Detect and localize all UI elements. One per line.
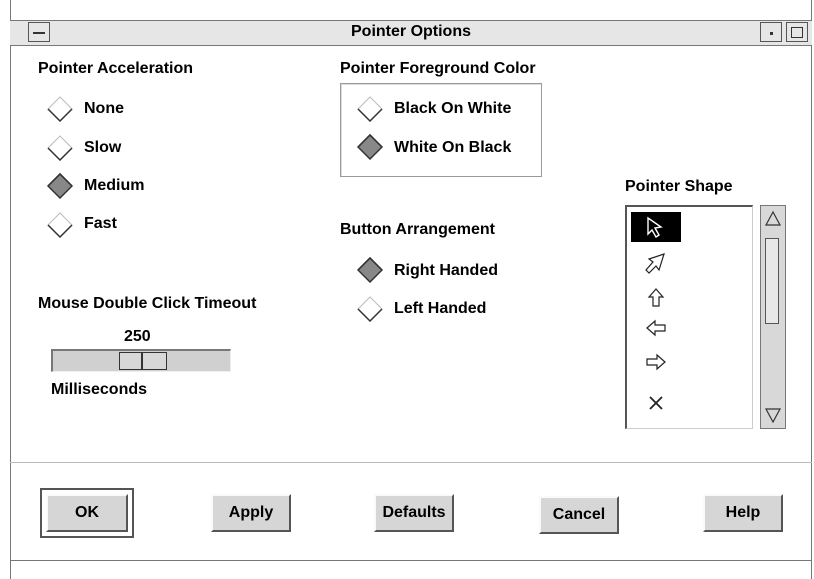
cancel-button[interactable]: Cancel <box>539 496 619 534</box>
option-fast-label[interactable]: Fast <box>84 215 117 233</box>
radio-none[interactable] <box>47 96 73 122</box>
pointer-shape-scrollbar[interactable] <box>760 205 786 429</box>
frame-bottom <box>10 560 812 561</box>
double-click-units: Milliseconds <box>51 381 148 398</box>
maximize-icon[interactable] <box>786 22 808 42</box>
button-arrangement-label: Button Arrangement <box>340 221 495 238</box>
x-cross-icon[interactable] <box>631 388 681 418</box>
arrow-up-icon[interactable] <box>631 283 681 313</box>
frame-right <box>811 0 812 579</box>
acceleration-label: Pointer Acceleration <box>38 60 194 77</box>
divider <box>10 462 812 463</box>
double-click-slider[interactable] <box>51 349 231 372</box>
arrow-upright-icon[interactable] <box>631 248 681 278</box>
pointer-options-window: Pointer Options Pointer Acceleration Non… <box>0 0 814 579</box>
minimize-icon[interactable] <box>760 22 782 42</box>
scroll-down-icon[interactable] <box>764 406 782 424</box>
double-click-value: 250 <box>124 328 151 345</box>
scroll-up-icon[interactable] <box>764 210 782 228</box>
option-right-handed-label[interactable]: Right Handed <box>394 262 498 280</box>
radio-fast[interactable] <box>47 212 73 238</box>
option-medium-label[interactable]: Medium <box>84 177 144 195</box>
ok-button[interactable]: OK <box>46 494 128 532</box>
radio-black-on-white[interactable] <box>357 96 383 122</box>
option-left-handed-label[interactable]: Left Handed <box>394 300 486 318</box>
radio-right-handed[interactable] <box>357 257 383 283</box>
window-title: Pointer Options <box>351 23 471 40</box>
double-click-label: Mouse Double Click Timeout <box>38 295 257 312</box>
radio-slow[interactable] <box>47 135 73 161</box>
arrow-right-icon[interactable] <box>631 347 681 377</box>
radio-white-on-black[interactable] <box>357 134 383 160</box>
radio-medium[interactable] <box>47 173 73 199</box>
slider-thumb[interactable] <box>119 352 167 370</box>
foreground-label: Pointer Foreground Color <box>340 60 536 77</box>
arrow-left-icon[interactable] <box>631 313 681 343</box>
frame-left <box>10 0 11 579</box>
title-bar[interactable]: Pointer Options <box>10 20 812 46</box>
option-none-label[interactable]: None <box>84 100 124 118</box>
option-slow-label[interactable]: Slow <box>84 139 121 157</box>
scroll-thumb[interactable] <box>765 238 779 324</box>
pointer-shape-list[interactable] <box>625 205 753 429</box>
help-button[interactable]: Help <box>703 494 783 532</box>
option-white-on-black-label[interactable]: White On Black <box>394 139 511 157</box>
radio-left-handed[interactable] <box>357 296 383 322</box>
pointer-shape-label: Pointer Shape <box>625 178 733 195</box>
apply-button[interactable]: Apply <box>211 494 291 532</box>
option-black-on-white-label[interactable]: Black On White <box>394 100 511 118</box>
defaults-button[interactable]: Defaults <box>374 494 454 532</box>
arrow-pointer-icon[interactable] <box>631 212 681 242</box>
